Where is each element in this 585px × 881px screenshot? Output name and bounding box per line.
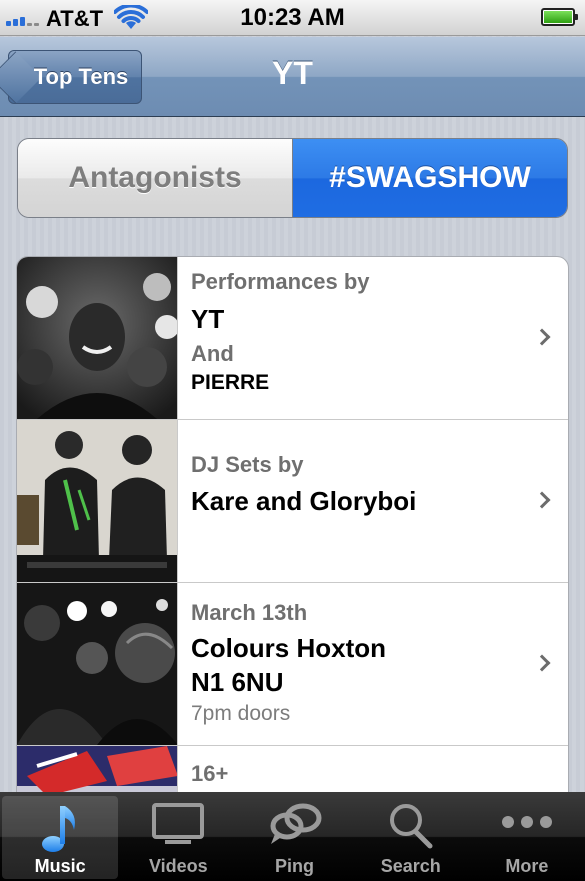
more-icon [501,816,552,828]
tab-music[interactable]: Music [2,796,119,879]
battery-icon [541,8,578,26]
back-button-label: Top Tens [33,64,129,89]
tab-videos[interactable]: Videos [120,792,236,881]
row-subtitle: 16+ [191,761,229,786]
segment-antagonists[interactable]: Antagonists [18,139,293,217]
segmented-control: Antagonists #SWAGSHOW [17,138,568,218]
row-subtitle: March 13th [191,600,308,625]
status-time: 10:23 AM [240,4,345,31]
crowd-photo-smiling [17,257,178,419]
chevron-right-icon [533,491,551,509]
music-note-icon [42,806,76,852]
tab-more[interactable]: More [469,792,585,881]
row-subtitle: And [191,341,234,366]
segment-swagshow[interactable]: #SWAGSHOW [293,139,567,217]
event-list: Performances by YT And PIERRE DJ Sets by… [16,256,569,856]
tab-bar: Music Videos Ping Search More [0,792,585,881]
chevron-right-icon [533,654,551,672]
row-detail: 7pm doors [191,702,291,725]
row-title: PIERRE [191,371,270,394]
dj-booth-photo [17,420,178,582]
row-title: Colours Hoxton [191,633,386,663]
navigation-bar: Top Tens YT [0,37,585,117]
tab-label: Ping [275,856,314,876]
status-bar: AT&T 10:23 AM [0,0,585,36]
row-subtitle: DJ Sets by [191,452,304,477]
tab-label: Videos [148,856,208,876]
tab-ping[interactable]: Ping [236,792,352,881]
tv-icon [152,803,205,844]
row-subtitle: Performances by [191,269,370,294]
tab-label: More [505,856,549,876]
list-item[interactable]: March 13th Colours Hoxton N1 6NU 7pm doo… [17,583,568,746]
tab-search[interactable]: Search [353,792,469,881]
row-title: N1 6NU [191,667,284,697]
row-title: YT [191,304,225,334]
tab-label: Search [380,856,441,876]
party-crowd-photo [17,583,178,745]
search-icon [389,804,433,849]
tab-label: Music [34,856,86,876]
row-title: Kare and Gloryboi [191,486,417,516]
chevron-right-icon [533,328,551,346]
ping-icon [270,803,321,844]
list-item[interactable]: DJ Sets by Kare and Gloryboi [17,420,568,583]
list-item[interactable]: Performances by YT And PIERRE [17,257,568,420]
